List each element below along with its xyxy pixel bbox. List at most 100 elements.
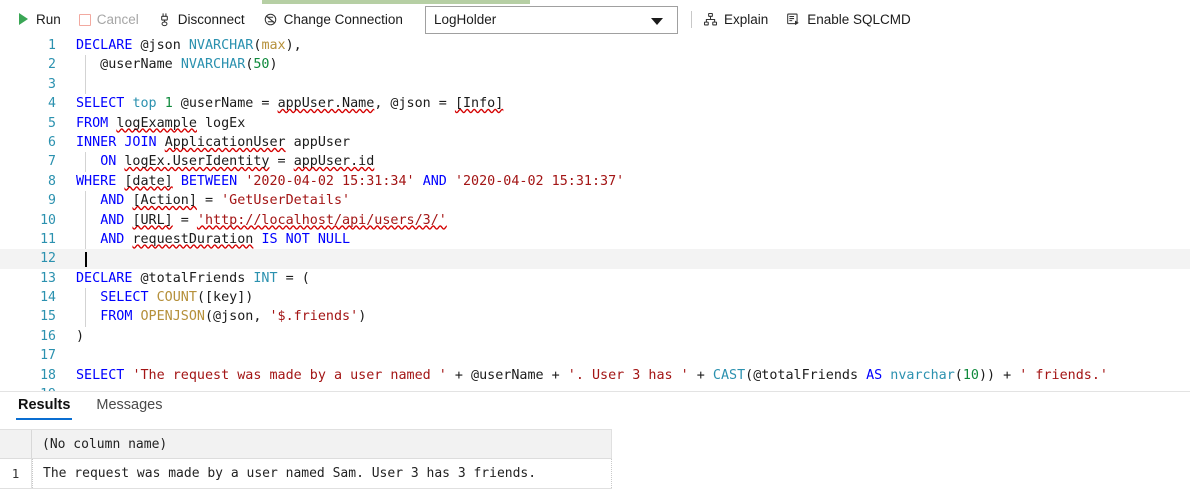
code-line[interactable]: 15 FROM OPENJSON(@json, '$.friends') bbox=[0, 307, 1190, 327]
code-line[interactable]: 3 bbox=[0, 74, 1190, 95]
sql-code-editor[interactable]: 1 DECLARE @json NVARCHAR(max), 2 @userName… bbox=[0, 36, 1190, 391]
column-header-cell[interactable]: (No column name) bbox=[32, 430, 612, 458]
explain-button-label: Explain bbox=[723, 11, 769, 27]
code-line[interactable]: 18 SELECT 'The request was made by a user… bbox=[0, 366, 1190, 385]
code-token: NVARCHAR bbox=[188, 38, 254, 53]
disconnect-button-label: Disconnect bbox=[177, 11, 245, 27]
tab-messages[interactable]: Messages bbox=[96, 397, 162, 420]
code-line[interactable]: 7 ON logEx.UserIdentity = appUser.id bbox=[0, 152, 1190, 172]
code-token: AND bbox=[100, 212, 133, 228]
code-token: appUser bbox=[285, 134, 351, 150]
code-token: OPENJSON bbox=[140, 309, 206, 325]
code-token: BETWEEN bbox=[180, 173, 246, 189]
code-token: INT bbox=[253, 270, 278, 286]
code-line[interactable]: 1 DECLARE @json NVARCHAR(max), bbox=[0, 36, 1190, 55]
results-pane-divider bbox=[0, 391, 1190, 392]
code-token: '2020-04-02 15:31:34' bbox=[245, 173, 415, 189]
code-line[interactable]: 17 bbox=[0, 346, 1190, 365]
line-number: 16 bbox=[40, 328, 56, 344]
text-cursor bbox=[85, 251, 87, 267]
change-connection-button[interactable]: Change Connection bbox=[263, 7, 412, 33]
line-number: 14 bbox=[40, 290, 56, 306]
code-token: @json bbox=[140, 38, 189, 53]
code-text: SELECT COUNT([key]) bbox=[76, 288, 253, 307]
line-number: 5 bbox=[48, 115, 56, 131]
explain-button[interactable]: Explain bbox=[703, 7, 777, 33]
run-button[interactable]: Run bbox=[18, 7, 70, 33]
line-number: 10 bbox=[40, 212, 56, 228]
header-rownum-cell bbox=[0, 430, 32, 458]
disconnect-button[interactable]: Disconnect bbox=[157, 7, 254, 33]
code-token: logEx.UserIdentity bbox=[124, 154, 270, 170]
plug-disconnect-icon bbox=[157, 12, 172, 27]
line-number: 6 bbox=[48, 134, 56, 150]
code-token: ApplicationUser bbox=[164, 134, 286, 150]
code-token: max bbox=[261, 38, 286, 53]
code-token: = bbox=[196, 193, 222, 209]
code-text: WHERE [date] BETWEEN '2020-04-02 15:31:3… bbox=[76, 172, 624, 191]
code-line[interactable]: 2 @userName NVARCHAR(50) bbox=[0, 55, 1190, 75]
result-cell[interactable]: The request was made by a user named Sam… bbox=[32, 459, 612, 488]
code-token: + bbox=[688, 367, 713, 383]
line-number: 7 bbox=[48, 154, 56, 170]
results-tab-bar: Results Messages bbox=[15, 397, 162, 420]
cancel-button-label: Cancel bbox=[96, 11, 139, 27]
code-line[interactable]: 6 INNER JOIN ApplicationUser appUser bbox=[0, 133, 1190, 152]
code-token: SELECT bbox=[100, 290, 157, 306]
code-line[interactable]: 13 DECLARE @totalFriends INT = ( bbox=[0, 269, 1190, 288]
code-line[interactable]: 9 AND [Action] = 'GetUserDetails' bbox=[0, 191, 1190, 211]
results-grid: (No column name) 1 The request was made … bbox=[0, 429, 612, 489]
code-token: top bbox=[132, 96, 165, 112]
code-text: AND [Action] = 'GetUserDetails' bbox=[76, 191, 350, 210]
code-token: DECLARE bbox=[76, 270, 141, 286]
code-line[interactable]: 4 SELECT top 1 @userName = appUser.Name, … bbox=[0, 94, 1190, 113]
code-token: logExample bbox=[116, 115, 197, 131]
code-token: '. User 3 has ' bbox=[567, 367, 689, 383]
code-line[interactable]: 8 WHERE [date] BETWEEN '2020-04-02 15:31:… bbox=[0, 172, 1190, 191]
code-token: ON bbox=[100, 154, 125, 170]
tab-results[interactable]: Results bbox=[15, 397, 73, 420]
code-line[interactable]: 14 SELECT COUNT([key]) bbox=[0, 288, 1190, 308]
code-token: SELECT bbox=[76, 367, 133, 383]
code-token: IS NOT NULL bbox=[261, 231, 351, 247]
table-row[interactable]: 1 The request was made by a user named S… bbox=[0, 459, 612, 489]
code-token: AS bbox=[866, 367, 891, 383]
code-token: [Info] bbox=[454, 96, 504, 112]
cancel-button[interactable]: Cancel bbox=[78, 7, 148, 33]
code-token: )) + bbox=[978, 367, 1020, 383]
indent-guide bbox=[85, 74, 86, 95]
code-line[interactable]: 11 AND requestDuration IS NOT NULL bbox=[0, 229, 1190, 250]
code-token: '2020-04-02 15:31:37' bbox=[454, 173, 625, 189]
code-token: 50 bbox=[253, 57, 270, 73]
connection-dropdown[interactable]: LogHolder bbox=[424, 5, 678, 34]
code-token: FROM bbox=[100, 309, 141, 325]
code-token: ' friends.' bbox=[1019, 367, 1108, 383]
code-line[interactable]: 16) bbox=[0, 327, 1190, 346]
code-token: 'GetUserDetails' bbox=[221, 193, 351, 209]
code-line[interactable]: 12 bbox=[0, 249, 1190, 269]
enable-sqlcmd-button[interactable]: Enable SQLCMD bbox=[786, 7, 920, 33]
code-line[interactable]: 5 FROM logExample logEx bbox=[0, 114, 1190, 133]
code-text: INNER JOIN ApplicationUser appUser bbox=[76, 133, 350, 152]
run-button-label: Run bbox=[36, 11, 61, 27]
code-token: ), bbox=[285, 38, 302, 53]
code-token: = ( bbox=[277, 270, 310, 286]
code-token: 'http://localhost/api/users/3/' bbox=[196, 212, 447, 228]
code-text: @userName NVARCHAR(50) bbox=[76, 55, 277, 74]
code-token: appUser.id bbox=[293, 154, 375, 170]
line-number: 11 bbox=[40, 231, 56, 247]
code-token: ) bbox=[358, 309, 367, 325]
code-token: '$.friends' bbox=[269, 309, 359, 325]
line-number: 17 bbox=[40, 348, 56, 364]
row-number: 1 bbox=[0, 459, 32, 488]
code-line[interactable]: 10 AND [URL] = 'http://localhost/api/use… bbox=[0, 210, 1190, 230]
line-number: 3 bbox=[48, 76, 56, 92]
code-token: WHERE bbox=[76, 173, 125, 189]
code-token: requestDuration bbox=[132, 231, 254, 247]
